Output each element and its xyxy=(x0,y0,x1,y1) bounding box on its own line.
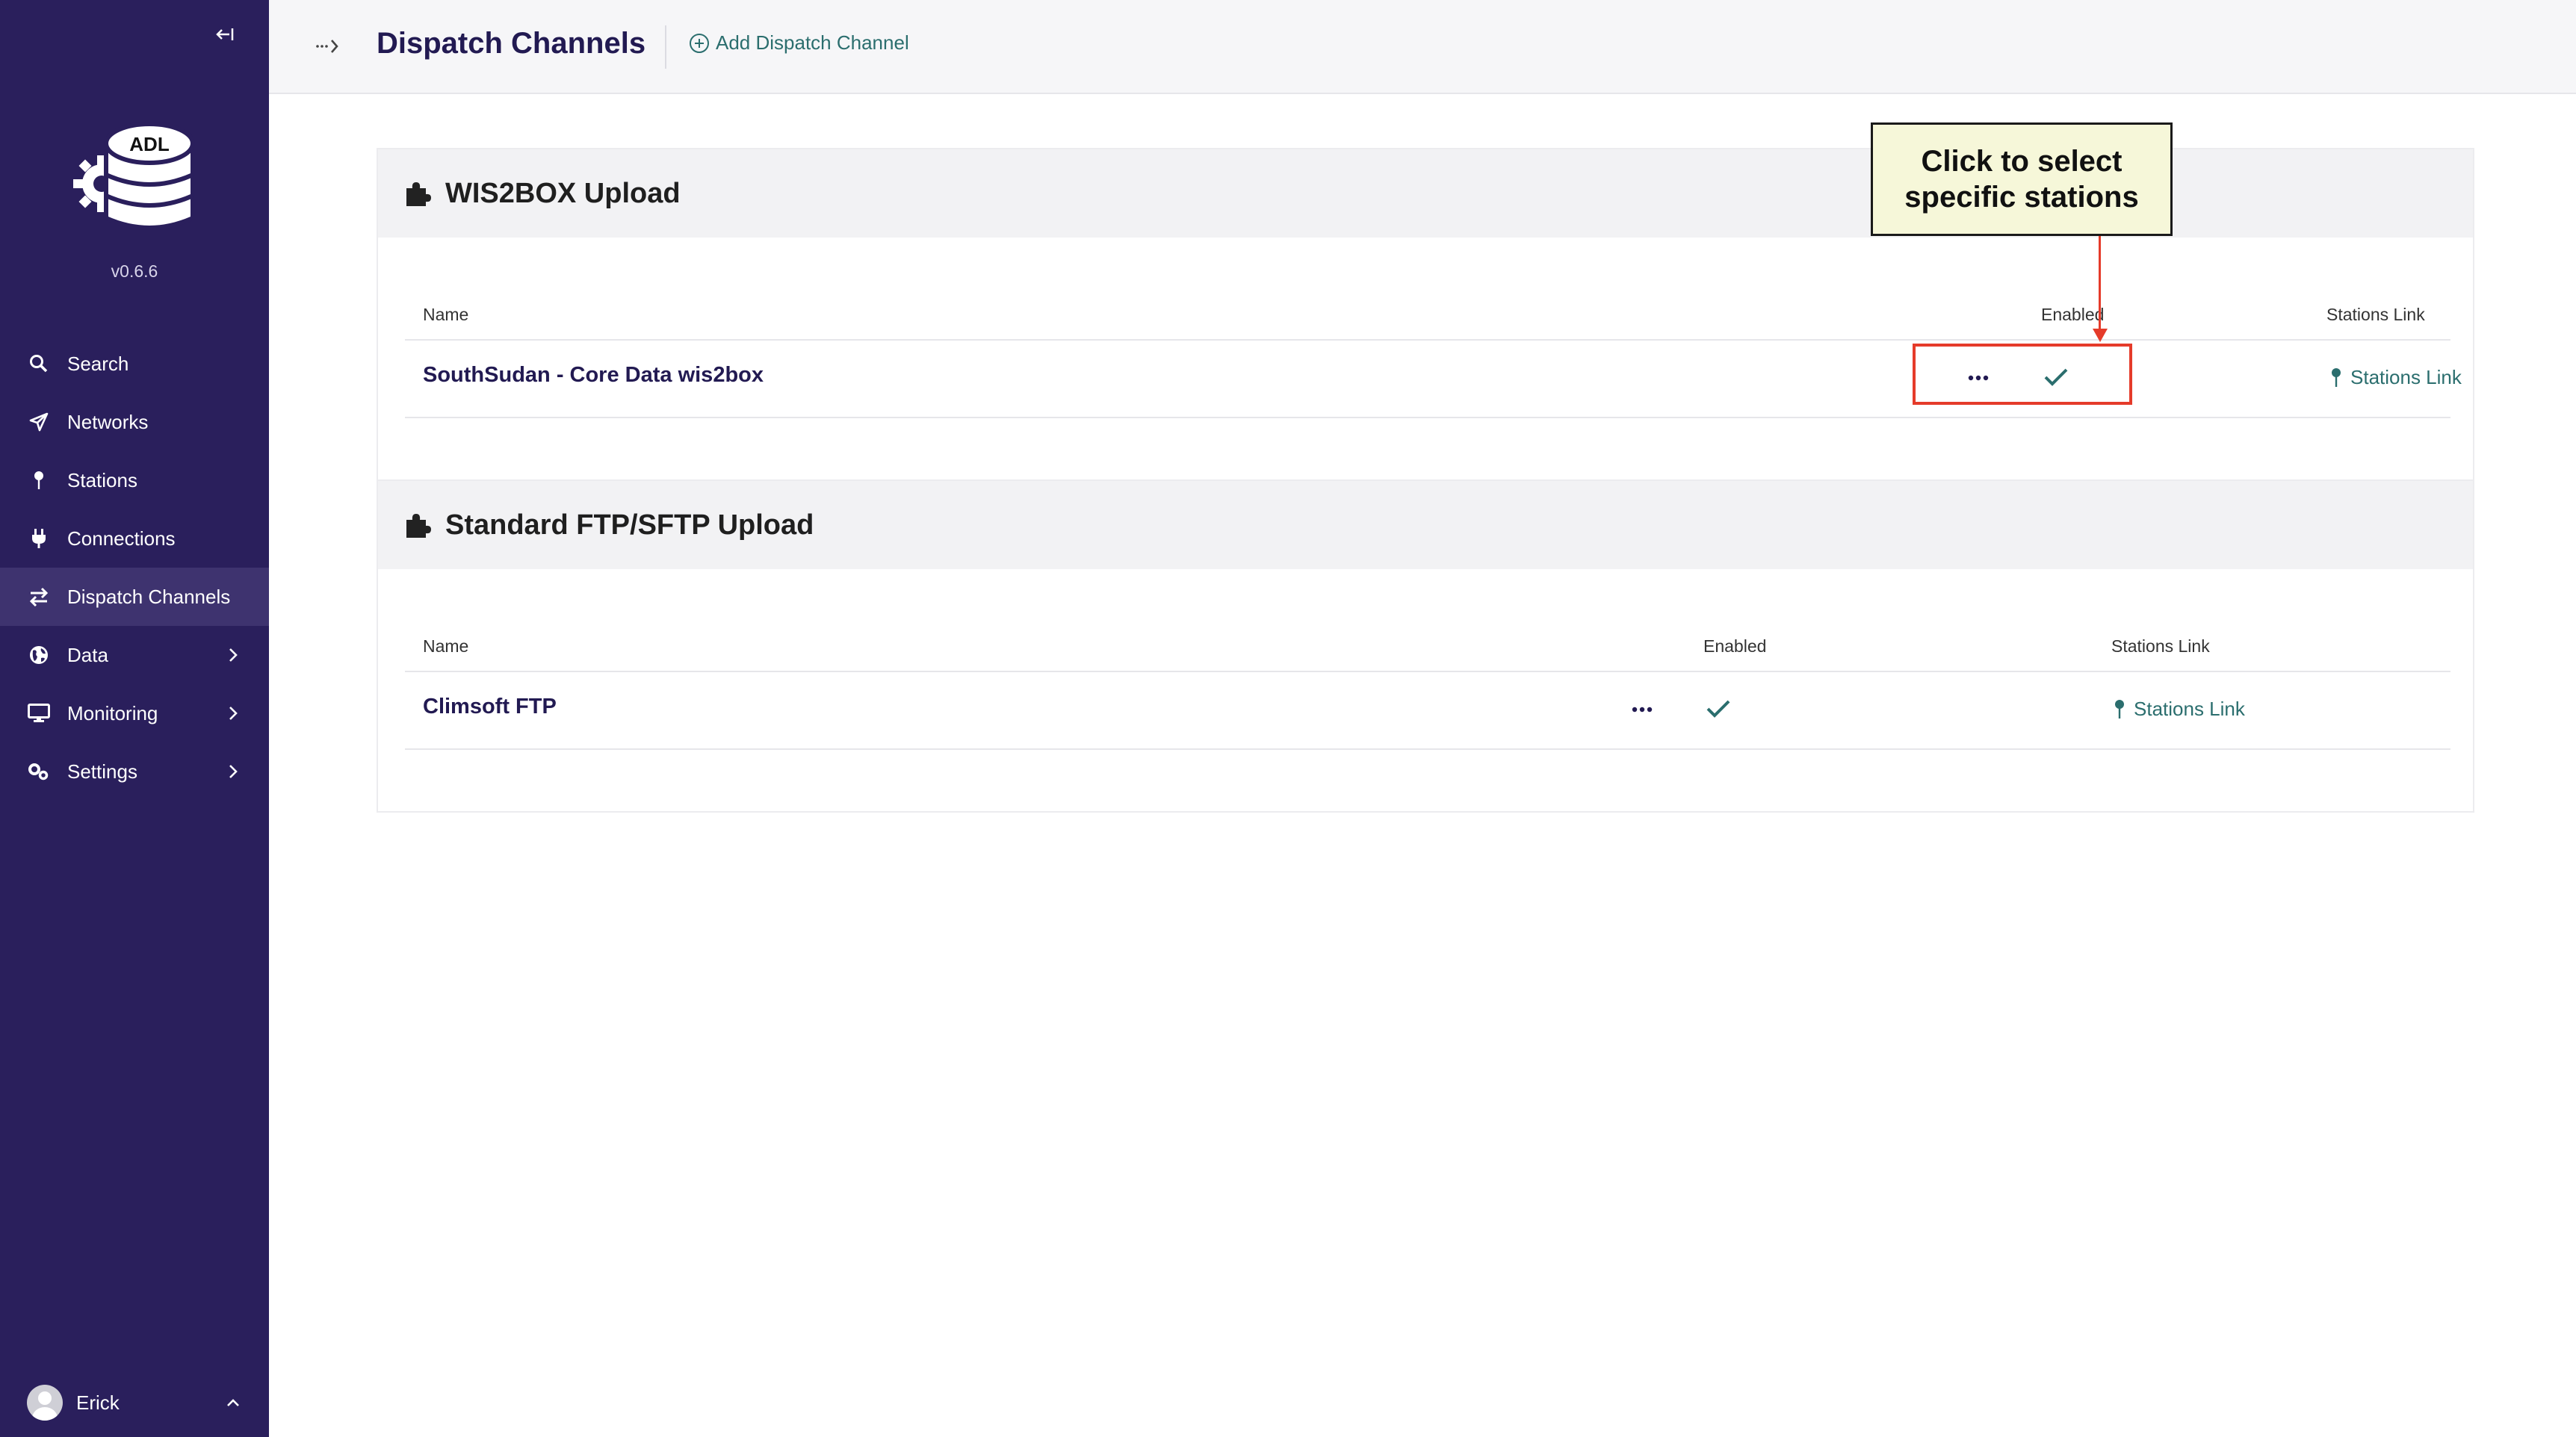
cogs-icon xyxy=(27,760,51,783)
section-title: Standard FTP/SFTP Upload xyxy=(445,509,814,541)
sidebar-nav: Search Networks Stations Connections Dis… xyxy=(0,335,269,801)
chevron-right-icon xyxy=(229,648,238,662)
sidebar-item-label: Monitoring xyxy=(67,701,158,724)
page-title: Dispatch Channels xyxy=(377,27,646,60)
column-header-enabled: Enabled xyxy=(1703,636,1767,656)
sidebar-item-label: Settings xyxy=(67,760,137,783)
user-name: Erick xyxy=(76,1391,120,1414)
swap-icon xyxy=(27,585,51,609)
sidebar-item-dispatch-channels[interactable]: Dispatch Channels xyxy=(0,568,269,626)
add-dispatch-channel-label: Add Dispatch Channel xyxy=(716,31,909,54)
stations-link[interactable]: Stations Link xyxy=(2113,698,2245,721)
annotation-arrow xyxy=(2099,236,2101,335)
annotation-highlight-box xyxy=(1913,344,2132,405)
chevron-right-icon xyxy=(229,707,238,720)
user-menu[interactable]: Erick xyxy=(0,1374,269,1431)
monitor-icon xyxy=(27,701,51,725)
column-header-name: Name xyxy=(423,636,469,656)
avatar xyxy=(27,1385,63,1421)
sidebar-item-label: Stations xyxy=(67,468,137,491)
stations-link-label: Stations Link xyxy=(2134,698,2245,720)
chevron-up-icon xyxy=(227,1399,239,1406)
app-frame: ADL v0.6.6 Search Networks Stations Conn… xyxy=(0,0,2576,1437)
channel-name-link[interactable]: Climsoft FTP xyxy=(423,695,557,719)
breadcrumb-arrow-icon[interactable] xyxy=(314,33,344,60)
stations-link-label: Stations Link xyxy=(2350,366,2462,388)
sidebar-item-stations[interactable]: Stations xyxy=(0,451,269,509)
section-header: Standard FTP/SFTP Upload xyxy=(378,481,2473,569)
collapse-sidebar-button[interactable] xyxy=(211,21,238,48)
row-divider xyxy=(405,671,2450,672)
plus-circle-icon xyxy=(690,33,709,53)
pin-icon xyxy=(2332,367,2341,387)
app-version: v0.6.6 xyxy=(111,261,158,281)
sidebar-item-label: Connections xyxy=(67,527,176,550)
section-title: WIS2BOX Upload xyxy=(445,177,681,209)
sidebar-item-label: Networks xyxy=(67,410,149,433)
row-divider xyxy=(405,339,2450,341)
channel-name-link[interactable]: SouthSudan - Core Data wis2box xyxy=(423,363,764,388)
column-header-stations-link: Stations Link xyxy=(2111,636,2210,656)
plug-icon xyxy=(27,527,51,550)
search-icon xyxy=(27,352,51,376)
sidebar-item-settings[interactable]: Settings xyxy=(0,742,269,801)
stations-link[interactable]: Stations Link xyxy=(2329,366,2462,389)
sidebar-item-label: Data xyxy=(67,643,108,666)
svg-text:ADL: ADL xyxy=(129,133,170,155)
sidebar-item-label: Dispatch Channels xyxy=(67,585,231,608)
sidebar-item-search[interactable]: Search xyxy=(0,335,269,393)
dispatch-section-ftp: Standard FTP/SFTP Upload Name Enabled St… xyxy=(377,479,2474,813)
puzzle-icon xyxy=(406,514,431,538)
sidebar-item-connections[interactable]: Connections xyxy=(0,509,269,568)
send-icon xyxy=(27,410,51,434)
column-header-enabled: Enabled xyxy=(2041,305,2105,324)
row-divider xyxy=(405,748,2450,750)
sidebar: ADL v0.6.6 Search Networks Stations Conn… xyxy=(0,0,269,1437)
puzzle-icon xyxy=(406,182,431,206)
row-divider xyxy=(405,417,2450,418)
globe-icon xyxy=(27,643,51,667)
page-header: Dispatch Channels Add Dispatch Channel xyxy=(269,0,2576,94)
more-options-icon[interactable] xyxy=(1627,702,1657,717)
sidebar-item-data[interactable]: Data xyxy=(0,626,269,684)
adl-logo: ADL xyxy=(72,112,199,239)
add-dispatch-channel-button[interactable]: Add Dispatch Channel xyxy=(689,31,909,55)
pin-icon xyxy=(2115,699,2124,718)
annotation-arrow-head xyxy=(2093,329,2108,342)
sidebar-item-monitoring[interactable]: Monitoring xyxy=(0,684,269,742)
header-divider xyxy=(665,25,666,69)
collapse-left-icon xyxy=(216,28,234,40)
enabled-check-icon xyxy=(1706,700,1730,718)
sidebar-item-label: Search xyxy=(67,352,129,375)
pin-icon xyxy=(27,468,51,492)
annotation-callout: Click to select specific stations xyxy=(1871,122,2173,236)
column-header-stations-link: Stations Link xyxy=(2326,305,2425,324)
chevron-right-icon xyxy=(229,765,238,778)
column-header-name: Name xyxy=(423,305,469,324)
sidebar-item-networks[interactable]: Networks xyxy=(0,393,269,451)
